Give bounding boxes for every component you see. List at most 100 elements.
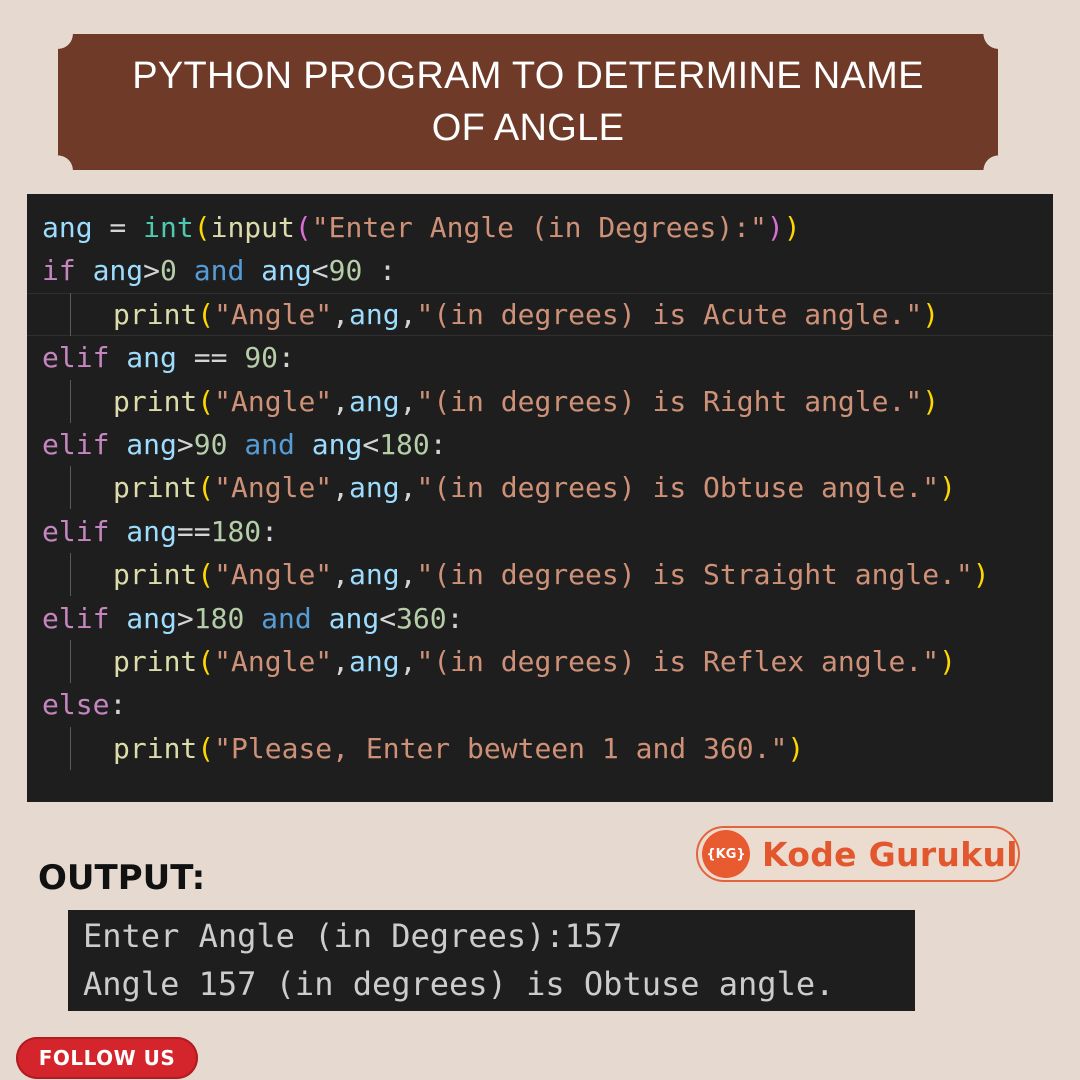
code-token: "Angle" — [214, 297, 333, 331]
code-token: input — [210, 211, 295, 244]
code-token: "Angle" — [214, 471, 333, 505]
code-token: 180 — [379, 428, 430, 461]
code-token: elif — [42, 514, 110, 548]
code-token: ang — [328, 601, 380, 635]
code-token: 360 — [396, 601, 447, 635]
code-token: "(in degrees) is Right angle." — [416, 384, 923, 418]
code-token: elif — [42, 428, 110, 461]
code-token: 0 — [160, 254, 177, 288]
code-token: , — [332, 297, 350, 331]
code-token: 180 — [193, 601, 245, 635]
code-token: print — [113, 471, 198, 505]
code-token: > — [176, 601, 194, 635]
code-token: if — [42, 254, 76, 288]
code-token: , — [399, 384, 417, 418]
code-token: ang — [349, 384, 400, 418]
code-token: "Enter Angle (in Degrees):" — [311, 211, 767, 244]
code-line: elif ang == 90: — [42, 336, 295, 379]
code-token: : — [278, 341, 295, 375]
code-token: 90 — [244, 341, 279, 375]
code-token: ( — [193, 211, 211, 244]
code-line: print("Angle",ang,"(in degrees) is Strai… — [42, 553, 990, 596]
code-line: print("Please, Enter bewteen 1 and 360."… — [42, 727, 804, 770]
code-line: print("Angle",ang,"(in degrees) is Acute… — [42, 293, 939, 336]
code-token: , — [399, 645, 417, 678]
output-line: Angle 157 (in degrees) is Obtuse angle. — [83, 965, 835, 1003]
code-token: > — [143, 254, 161, 288]
code-token: > — [176, 428, 194, 461]
code-token: , — [399, 471, 417, 505]
code-token: : — [261, 514, 279, 548]
code-token: : — [362, 254, 397, 288]
code-token: ang — [126, 341, 177, 375]
code-editor: ang = int(input("Enter Angle (in Degrees… — [27, 194, 1053, 802]
code-token: "Angle" — [214, 645, 333, 678]
code-token: 180 — [210, 514, 262, 548]
code-token: ( — [294, 211, 312, 244]
code-token: ) — [922, 297, 940, 331]
code-token: : — [446, 601, 464, 635]
code-token: print — [113, 297, 198, 331]
code-token: ( — [197, 645, 215, 678]
code-token: 90 — [328, 254, 363, 288]
code-token: , — [332, 558, 350, 592]
title-banner: PYTHON PROGRAM TO DETERMINE NAME OF ANGL… — [58, 34, 998, 170]
code-token: = — [92, 211, 144, 244]
code-token: ( — [197, 731, 215, 765]
code-token: elif — [42, 341, 110, 375]
code-token: ) — [766, 211, 784, 244]
follow-us-button[interactable]: FOLLOW US — [16, 1037, 198, 1079]
code-token: ang — [261, 254, 312, 288]
code-token: elif — [42, 601, 110, 635]
code-token: ang — [92, 254, 144, 288]
code-token: ( — [197, 471, 215, 505]
code-token: "(in degrees) is Obtuse angle." — [416, 471, 940, 505]
code-token: ( — [197, 384, 215, 418]
code-token: : — [109, 688, 127, 722]
code-token: else — [42, 688, 110, 722]
code-line: print("Angle",ang,"(in degrees) is Right… — [42, 380, 939, 423]
code-token: and — [261, 601, 312, 635]
code-token: ) — [783, 211, 801, 244]
code-token: 90 — [193, 428, 228, 461]
code-token: ang — [349, 558, 400, 592]
code-token: "(in degrees) is Acute angle." — [416, 297, 923, 331]
brand-name: Kode Gurukul — [762, 834, 1018, 874]
code-token: ( — [197, 297, 215, 331]
code-line: elif ang>180 and ang<360: — [42, 597, 463, 640]
code-token: and — [193, 254, 245, 288]
code-line: ang = int(input("Enter Angle (in Degrees… — [42, 206, 801, 249]
code-line: print("Angle",ang,"(in degrees) is Refle… — [42, 640, 956, 683]
code-token: ang — [349, 471, 400, 505]
page-title: PYTHON PROGRAM TO DETERMINE NAME OF ANGL… — [132, 55, 924, 149]
code-token: < — [311, 254, 329, 288]
output-terminal: Enter Angle (in Degrees):157 Angle 157 (… — [68, 910, 915, 1011]
output-label: OUTPUT: — [38, 858, 206, 898]
code-token: , — [399, 297, 417, 331]
code-token: "Angle" — [214, 558, 333, 592]
code-token: "Angle" — [214, 384, 333, 418]
code-token: print — [113, 645, 198, 678]
code-token: , — [399, 558, 417, 592]
code-token: ang — [311, 428, 363, 461]
code-token: ( — [197, 558, 215, 592]
code-token: , — [332, 645, 350, 678]
code-token: int — [143, 211, 194, 244]
code-token: and — [244, 428, 295, 461]
code-token: , — [332, 384, 350, 418]
code-token: "(in degrees) is Straight angle." — [416, 558, 973, 592]
code-token: "(in degrees) is Reflex angle." — [416, 645, 940, 678]
code-token: : — [429, 428, 447, 461]
code-token: == — [176, 514, 211, 548]
code-token: print — [113, 558, 198, 592]
code-token: ) — [922, 384, 940, 418]
brand-badge[interactable]: {KG} Kode Gurukul — [696, 826, 1020, 882]
